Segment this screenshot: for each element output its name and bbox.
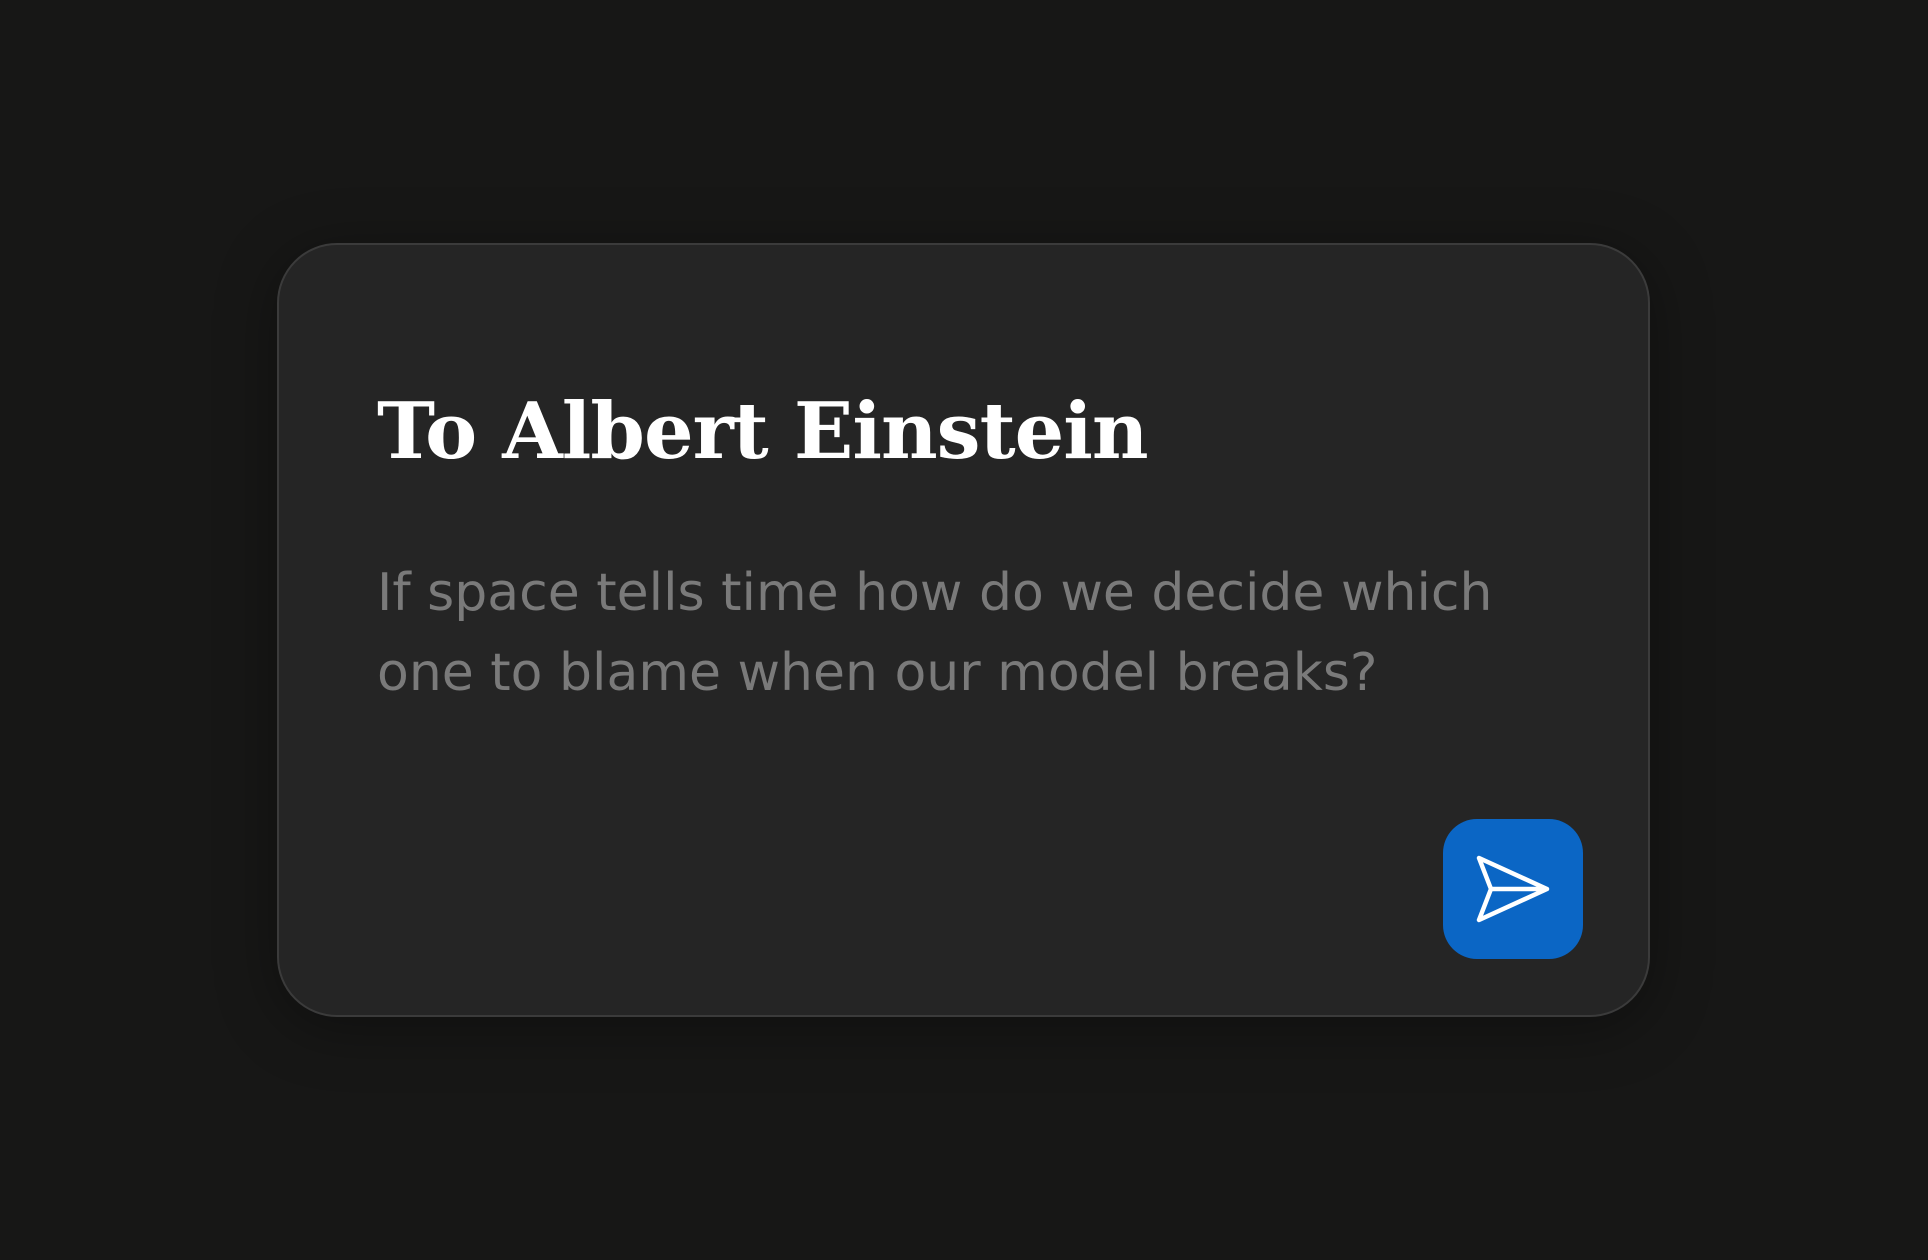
message-text[interactable]: If space tells time how do we decide whi…: [377, 553, 1517, 713]
send-button[interactable]: [1443, 819, 1583, 959]
message-card: To Albert Einstein If space tells time h…: [277, 243, 1650, 1017]
send-icon: [1475, 854, 1551, 924]
recipient-title: To Albert Einstein: [377, 386, 1149, 477]
